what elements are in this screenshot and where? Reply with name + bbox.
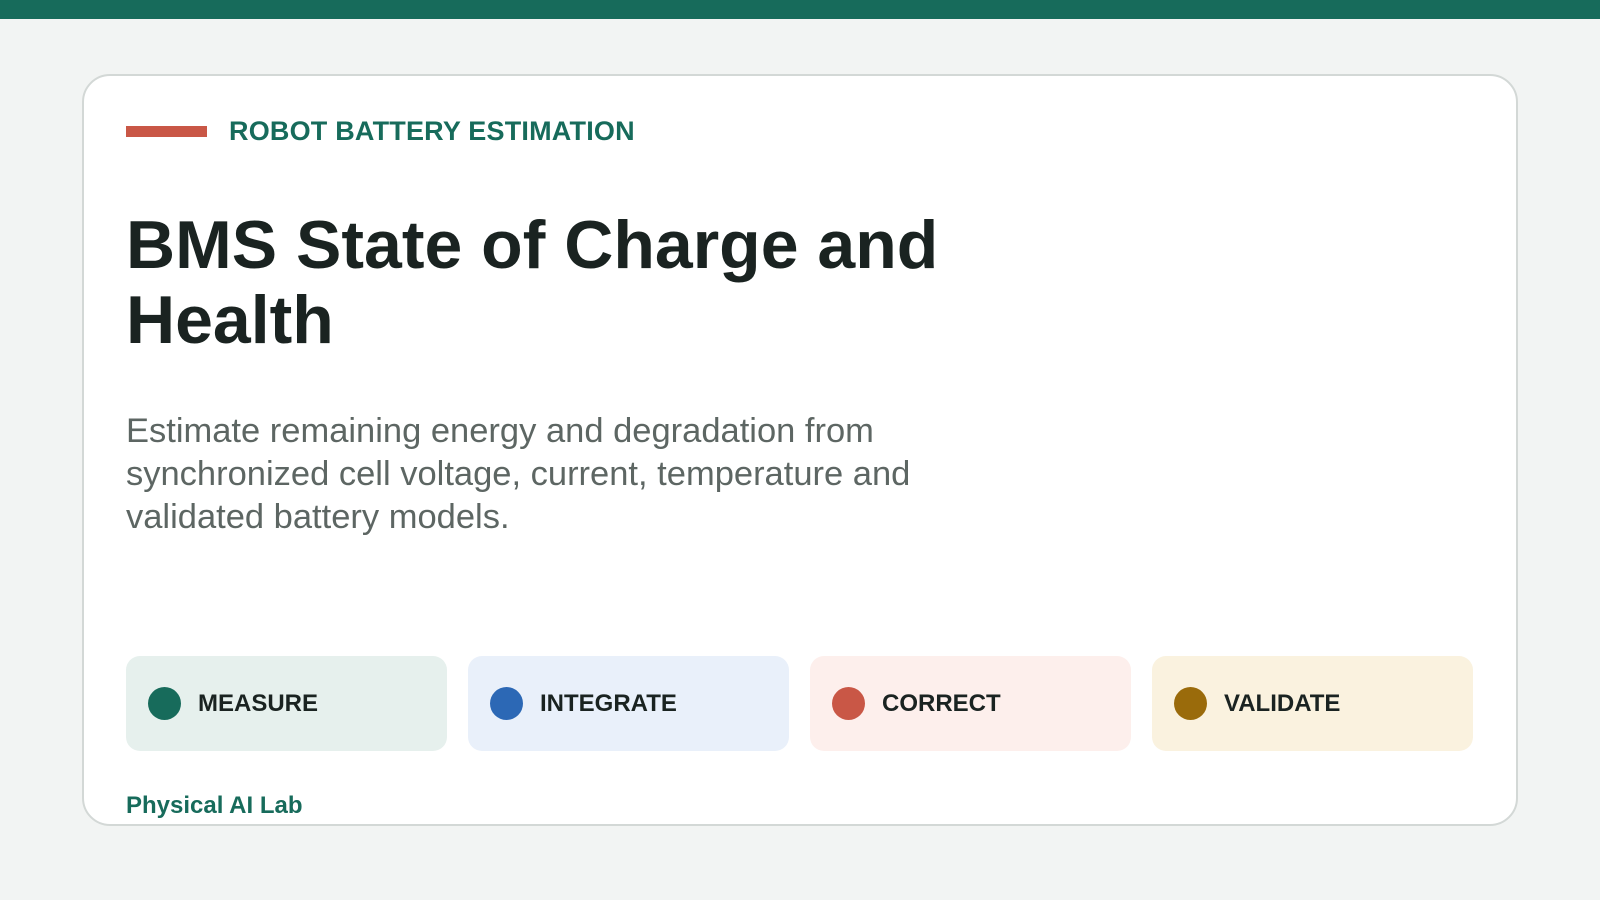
- eyebrow-rule: [126, 125, 207, 137]
- status-dot-icon: [148, 687, 181, 720]
- step-validate: VALIDATE: [1152, 656, 1473, 751]
- status-dot-icon: [490, 687, 523, 720]
- top-accent-bar: [0, 0, 1600, 19]
- step-measure: MEASURE: [126, 656, 447, 751]
- step-integrate: INTEGRATE: [468, 656, 789, 751]
- eyebrow: ROBOT BATTERY ESTIMATION: [126, 116, 635, 146]
- process-steps: MEASURE INTEGRATE CORRECT VALIDATE: [126, 656, 1473, 751]
- status-dot-icon: [832, 687, 865, 720]
- step-label: VALIDATE: [1224, 689, 1341, 717]
- step-label: INTEGRATE: [540, 689, 677, 717]
- status-dot-icon: [1174, 687, 1207, 720]
- step-label: CORRECT: [882, 689, 1001, 717]
- step-correct: CORRECT: [810, 656, 1131, 751]
- step-label: MEASURE: [198, 689, 319, 717]
- eyebrow-label: ROBOT BATTERY ESTIMATION: [229, 115, 635, 146]
- slide-card: ROBOT BATTERY ESTIMATION BMS State of Ch…: [82, 74, 1518, 826]
- page-title: BMS State of Charge and Health: [126, 207, 939, 358]
- page-subtitle: Estimate remaining energy and degradatio…: [126, 412, 911, 536]
- footer-brand: Physical AI Lab: [126, 792, 303, 819]
